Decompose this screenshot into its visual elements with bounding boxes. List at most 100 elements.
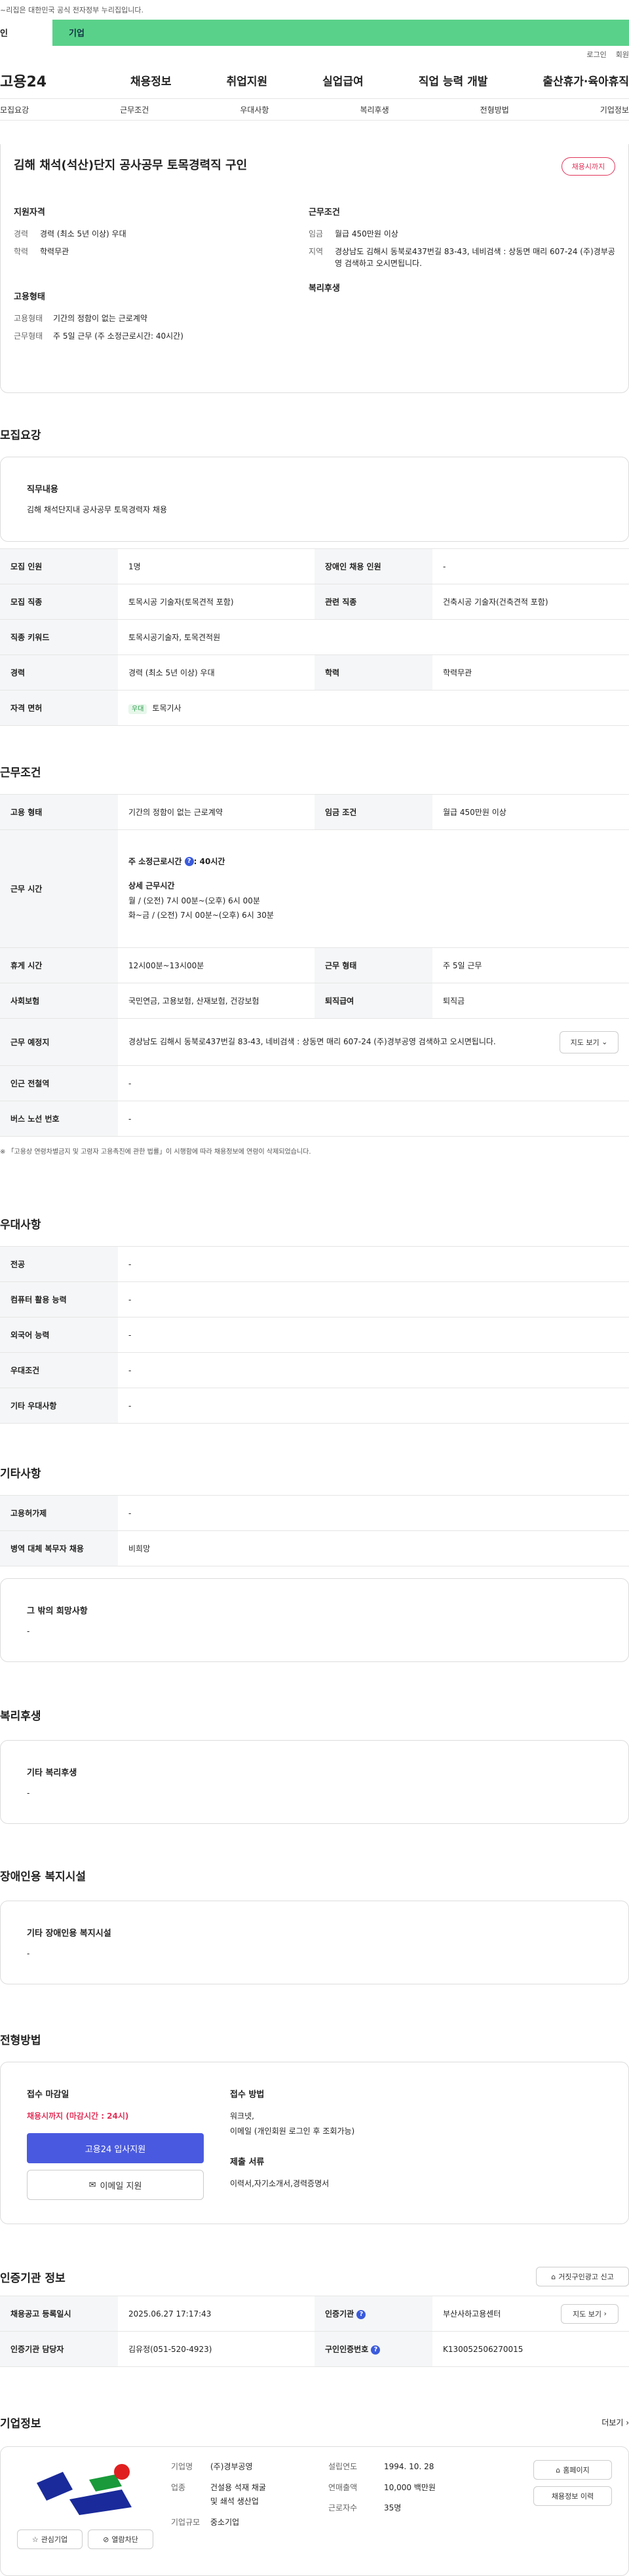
table-row: 병역 대체 복무자 채용 비희망 <box>0 1530 629 1566</box>
process-title: 전형방법 <box>0 2034 41 2047</box>
more-link[interactable]: 더보기 › <box>601 2417 629 2428</box>
homepage-button[interactable]: ⌂ 홈페이지 <box>533 2460 612 2480</box>
lnb-recruit[interactable]: 모집요강 <box>0 104 29 115</box>
map-button[interactable]: 지도 보기 ⌄ <box>560 1031 619 1053</box>
auth-map-button[interactable]: 지도 보기 › <box>561 2303 619 2324</box>
lnb-company[interactable]: 기업정보 <box>600 104 629 115</box>
cell-value: 경력 (최소 5년 이상) 우대 <box>118 654 314 691</box>
info-icon[interactable]: ? <box>371 2345 381 2355</box>
detail-line-1: 월 / (오전) 7시 00분~(오후) 6시 00분 <box>128 896 260 905</box>
table-row: 직종 키워드 토목시공기술자, 토목견적원 <box>0 619 629 655</box>
cell-value: 1명 <box>118 548 314 584</box>
company-title: 기업정보 <box>0 2417 41 2431</box>
table-row: 자격 면허 우대 토목기사 <box>0 690 629 726</box>
org-label: 인증기관 <box>325 2309 354 2319</box>
industry-label: 업종 <box>171 2482 186 2492</box>
etc-box: 그 밖의 희망사항 - <box>0 1578 629 1662</box>
employees-value: 35명 <box>384 2503 402 2513</box>
cell-value: 12시00분~13시00분 <box>118 947 314 983</box>
table-row: 인증기관 담당자 김유정(051-520-4923) 구인인증번호 ? K1300… <box>0 2331 629 2367</box>
mail-icon: ✉ <box>88 2180 96 2190</box>
cell-label: 임금 조건 <box>314 794 432 830</box>
table-row: 우대조건 - <box>0 1352 629 1388</box>
etc-box-heading: 그 밖의 희망사항 <box>27 1606 88 1616</box>
nav-jobs[interactable]: 채용정보 <box>130 72 172 88</box>
site-logo[interactable]: 고용24 <box>0 70 75 91</box>
cell-value: 기간의 정함이 없는 근로계약 <box>118 794 314 830</box>
tab-personal[interactable]: 인 <box>0 20 52 46</box>
docs-heading: 제출 서류 <box>230 2157 265 2167</box>
nav-unemployment-benefit[interactable]: 실업급여 <box>322 72 364 88</box>
lnb-welfare[interactable]: 복리후생 <box>360 104 389 115</box>
preferences-table: 전공 - 컴퓨터 활용 능력 - 외국어 능력 - 우대조건 - 기타 우대사항 - <box>0 1246 629 1424</box>
nav-employment-support[interactable]: 취업지원 <box>227 72 268 88</box>
company-name-value: (주)경부공영 <box>210 2462 253 2471</box>
work-value: 주 5일 근무 (주 소정근로시간: 40시간) <box>53 331 183 341</box>
disability-box-heading: 기타 장애인용 복지시설 <box>27 1929 111 1939</box>
more-label: 더보기 <box>601 2418 624 2427</box>
disability-title: 장애인용 복지시설 <box>0 1870 86 1884</box>
nav-skills[interactable]: 직업 능력 개발 <box>419 72 488 88</box>
cell-value: 토목시공 기술자(토목견적 포함) <box>118 584 314 620</box>
cell-value: - <box>118 1388 629 1424</box>
email-apply-button[interactable]: ✉ 이메일 지원 <box>27 2170 204 2200</box>
employees-label: 근로자수 <box>328 2503 358 2513</box>
table-row: 모집 인원 1명 장애인 채용 인원 - <box>0 548 629 584</box>
disability-section: 장애인용 복지시설 기타 장애인용 복지시설 - <box>0 1867 629 1984</box>
cell-value: 주 5일 근무 <box>432 947 629 983</box>
size-label: 기업규모 <box>171 2517 200 2527</box>
cell-value: 건축시공 기술자(건축견적 포함) <box>432 584 629 620</box>
cell-label: 모집 직종 <box>0 584 118 620</box>
info-icon[interactable]: ? <box>356 2309 366 2319</box>
cell-value: 우대 토목기사 <box>118 690 629 726</box>
block-company-button[interactable]: ⊘ 열람차단 <box>88 2529 153 2549</box>
user-type-tabs: 인 기업 <box>0 20 629 46</box>
cell-value: - <box>118 1281 629 1317</box>
cell-value: 학력무관 <box>432 654 629 691</box>
cell-value: 2025.06.27 17:17:43 <box>118 2296 314 2332</box>
favorite-company-button[interactable]: ☆ 관심기업 <box>17 2529 83 2549</box>
login-link[interactable]: 로그인 <box>586 49 606 60</box>
process-card: 접수 마감일 채용시까지 (마감시간 : 24시) 고용24 입사지원 ✉ 이메일… <box>0 2062 629 2224</box>
conditions-title: 근무조건 <box>0 767 41 780</box>
table-row: 고용허가제 - <box>0 1495 629 1531</box>
nav-parental-leave[interactable]: 출산휴가·육아휴직 <box>543 72 629 88</box>
est-label: 설립연도 <box>328 2462 358 2471</box>
tab-company[interactable]: 기업 <box>52 20 629 46</box>
info-icon[interactable]: ? <box>184 857 194 867</box>
report-button[interactable]: ⌂ 거짓구인광고 신고 <box>536 2267 629 2286</box>
cell-label: 장애인 채용 인원 <box>314 548 432 584</box>
top-links: 로그인 회원 <box>0 46 629 62</box>
cell-value: 국민연금, 고용보험, 산재보험, 건강보험 <box>118 983 314 1019</box>
cell-label: 퇴직급여 <box>314 983 432 1019</box>
cell-label: 근무 예정지 <box>0 1018 118 1066</box>
lnb-conditions[interactable]: 근무조건 <box>120 104 149 115</box>
job-summary-card: 김해 채석(석산)단지 공사공무 토목경력직 구인 채용시까지 지원자격 경력 경… <box>0 144 629 393</box>
table-row: 인근 전철역 - <box>0 1065 629 1101</box>
company-card: ☆ 관심기업 ⊘ 열람차단 기업명 (주)경부공영 업종 건설용 석재 채굴 및 쇄석 생… <box>0 2446 629 2576</box>
history-button[interactable]: 채용정보 이력 <box>533 2486 612 2506</box>
cell-value: 월급 450만원 이상 <box>432 794 629 830</box>
org-value: 부산사하고용센터 <box>443 2309 501 2319</box>
apply-button[interactable]: 고용24 입사지원 <box>27 2133 204 2163</box>
license-value: 토목기사 <box>152 704 181 713</box>
lnb-preferences[interactable]: 우대사항 <box>240 104 269 115</box>
recruit-section: 모집요강 직무내용 김해 채석단지내 공사공무 토목경력자 채용 모집 인원 1명… <box>0 426 629 726</box>
home-alert-icon: ⌂ <box>551 2272 556 2281</box>
chevron-down-icon: ⌄ <box>601 1038 608 1046</box>
work-label: 근무형태 <box>14 331 43 341</box>
join-link[interactable]: 회원 <box>616 49 629 60</box>
lnb-process[interactable]: 전형방법 <box>480 104 509 115</box>
welfare-box-heading: 기타 복리후생 <box>27 1768 77 1778</box>
detail-heading: 상세 근무시간 <box>128 881 175 890</box>
table-row: 휴게 시간 12시00분~13시00분 근무 형태 주 5일 근무 <box>0 947 629 983</box>
cell-label: 고용 형태 <box>0 794 118 830</box>
cell-value: 비희망 <box>118 1530 629 1566</box>
chevron-right-icon: › <box>603 2309 607 2318</box>
age-note-text: 「고용상 연령차별금지 및 고령자 고용촉진에 관한 법률」이 시행함에 따라 … <box>7 1148 311 1156</box>
cell-label: 모집 인원 <box>0 548 118 584</box>
sales-value: 10,000 백만원 <box>384 2482 436 2492</box>
cell-value: 김유정(051-520-4923) <box>118 2331 314 2367</box>
favorite-label: 관심기업 <box>41 2535 68 2544</box>
cell-value: - <box>118 1065 629 1101</box>
